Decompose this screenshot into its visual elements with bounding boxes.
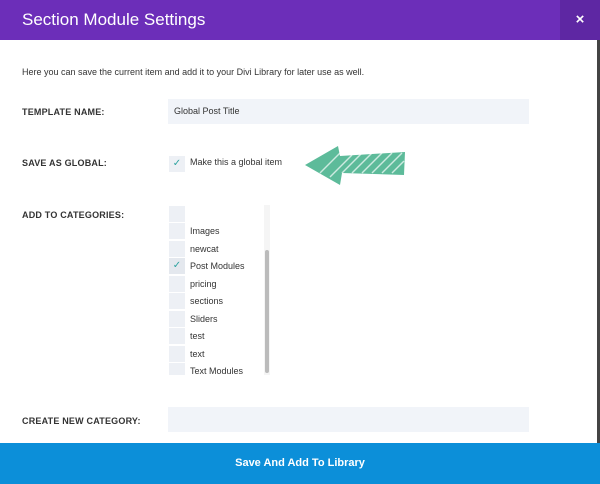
global-item-label: Make this a global item [190,157,283,167]
category-checkbox[interactable] [169,328,185,344]
category-item[interactable]: ✓ Post Modules [168,258,268,275]
category-checkbox[interactable] [169,206,185,222]
category-checkbox[interactable] [169,310,185,327]
category-item[interactable]: newcat [168,240,268,258]
template-name-input[interactable] [168,99,529,124]
modal-header: Section Module Settings × [0,0,600,40]
category-checkbox[interactable] [169,240,185,257]
check-icon: ✓ [172,158,182,169]
new-category-label: CREATE NEW CATEGORY: [22,416,141,426]
category-item[interactable]: test [168,328,268,345]
global-item-checkbox[interactable]: ✓ [169,156,185,172]
category-checkbox[interactable] [169,275,185,292]
category-checkbox[interactable] [169,345,185,362]
category-checkbox[interactable]: ✓ [169,258,185,274]
category-item[interactable]: Images [168,223,268,240]
category-checkbox[interactable] [169,293,185,309]
new-category-input[interactable] [168,407,529,432]
categories-label: ADD TO CATEGORIES: [22,210,125,220]
category-item[interactable]: Text Modules [168,363,268,375]
category-item[interactable] [168,206,268,223]
category-item[interactable]: pricing [168,275,268,293]
category-checkbox[interactable] [169,363,185,375]
category-checkbox[interactable] [169,223,185,239]
save-as-global-label: SAVE AS GLOBAL: [22,158,108,168]
save-to-library-button[interactable]: Save And Add To Library [0,443,600,484]
category-item[interactable]: Sliders [168,310,268,328]
categories-list: Images newcat ✓ Post Modules pricing sect… [168,205,272,375]
close-button[interactable]: × [560,0,600,40]
categories-scrollbar-thumb[interactable] [265,250,269,373]
category-item[interactable]: sections [168,293,268,310]
category-item[interactable]: text [168,345,268,363]
intro-text: Here you can save the current item and a… [22,67,365,77]
check-icon: ✓ [172,260,182,271]
modal-title: Section Module Settings [22,10,206,29]
arrow-annotation-icon [305,146,405,185]
template-name-label: TEMPLATE NAME: [22,107,105,117]
